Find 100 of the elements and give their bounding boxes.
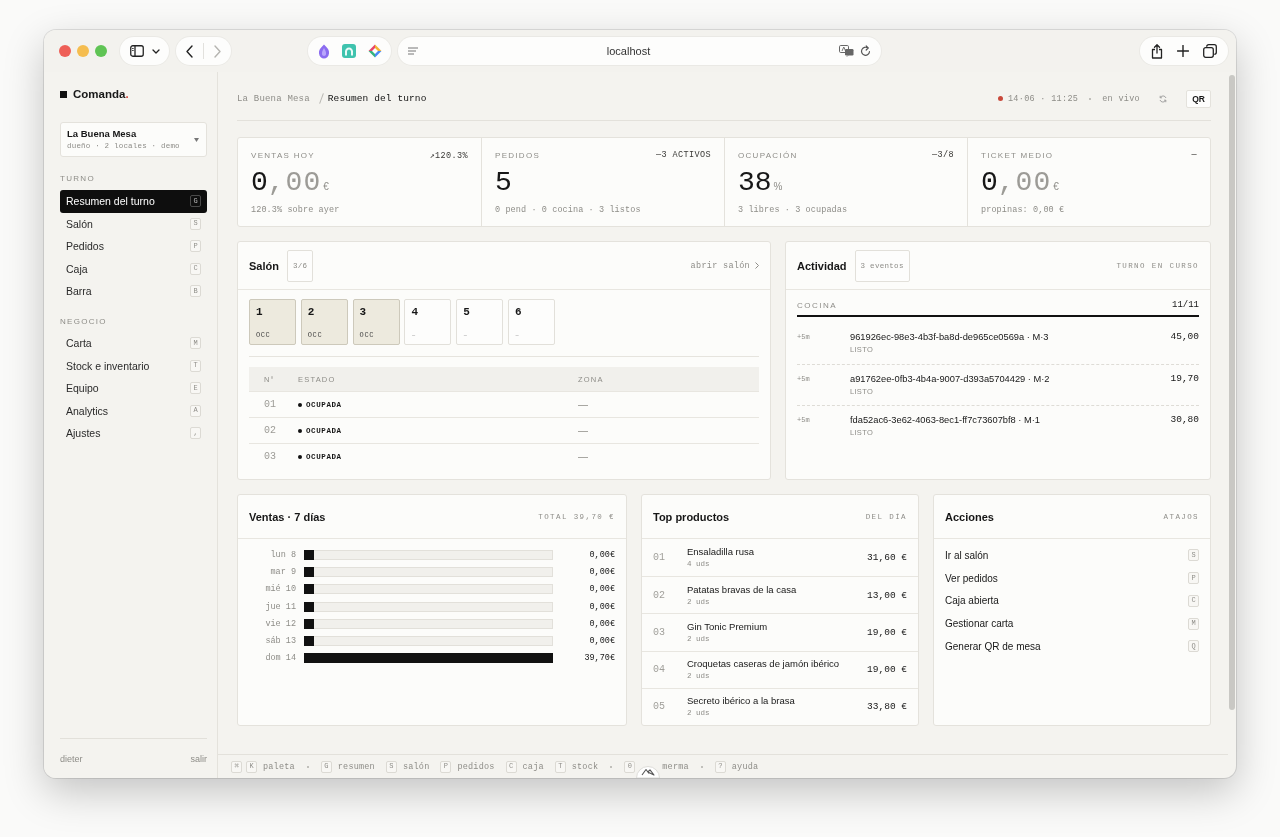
value-label: 0,00€ bbox=[589, 618, 615, 629]
kpi-unit: € bbox=[1053, 181, 1059, 192]
product-rank: 03 bbox=[653, 627, 666, 638]
group-label: COCINA bbox=[797, 300, 838, 310]
shortcut-label: salón bbox=[402, 761, 430, 772]
product-amount: 19,00 € bbox=[867, 664, 907, 676]
axis-label: sáb 13 bbox=[265, 636, 296, 647]
event-amount: 19,70 bbox=[1170, 372, 1199, 385]
drop-icon[interactable] bbox=[317, 43, 330, 59]
shortcut-label: resumen bbox=[337, 761, 375, 772]
bar bbox=[304, 601, 314, 612]
address-field[interactable]: localhost bbox=[398, 37, 881, 65]
value-label: 0,00€ bbox=[589, 584, 615, 595]
square-icon bbox=[60, 90, 67, 98]
kpi-delta: — bbox=[1191, 150, 1197, 160]
product-name: Gin Tonic Premium bbox=[687, 621, 769, 633]
value-label: 0,00€ bbox=[589, 601, 615, 612]
user-name: dieter bbox=[60, 753, 83, 764]
reload-icon[interactable] bbox=[860, 45, 871, 57]
kpi-value: 38 bbox=[738, 168, 772, 198]
bar bbox=[304, 566, 314, 577]
product-name: Croquetas caseras de jamón ibérico bbox=[687, 658, 841, 671]
panel-title: Actividad bbox=[797, 259, 847, 272]
kpi-value: 0 bbox=[981, 168, 998, 198]
event-title: fda52ac6-3e62-4063-8ec1-ff7c73607bf8 · M·1 bbox=[850, 414, 1042, 426]
event-title: a91762ee-0fb3-4b4a-9007-d393a5704429 · M·2 bbox=[850, 372, 1051, 385]
kpi-delta: —3/8 bbox=[932, 150, 954, 160]
bar bbox=[304, 618, 314, 629]
qr-button[interactable]: QR bbox=[1186, 89, 1211, 108]
live-status: en vivo bbox=[1102, 93, 1140, 104]
shortcut-label: ayuda bbox=[731, 761, 759, 772]
shortcut-label: stock bbox=[571, 761, 599, 772]
kpi-decimals: ,00 bbox=[267, 168, 322, 198]
diamond-icon[interactable] bbox=[367, 44, 382, 58]
bar bbox=[304, 584, 314, 595]
value-label: 0,00€ bbox=[589, 566, 615, 577]
translate-icon[interactable] bbox=[839, 45, 854, 57]
axis-label: dom 14 bbox=[265, 653, 296, 664]
product-rank: 02 bbox=[653, 589, 666, 601]
table-cell-text: 02 bbox=[263, 425, 276, 436]
event-title: 961926ec-98e3-4b3f-ba8d-de965ce0569a · M·3 bbox=[850, 331, 1050, 343]
axis-label: mié 10 bbox=[265, 584, 296, 595]
kpi-label: TICKET MEDIO bbox=[981, 150, 1054, 160]
tabs-icon[interactable] bbox=[1203, 44, 1217, 58]
close-button[interactable] bbox=[59, 45, 71, 57]
panel-title: Acciones bbox=[945, 510, 994, 523]
kpi-label: VENTAS HOY bbox=[251, 150, 315, 160]
kpi-unit: % bbox=[773, 181, 783, 192]
sidebar-toggle-button[interactable] bbox=[120, 37, 169, 65]
kpi-delta: —3 ACTIVOS bbox=[656, 150, 711, 160]
product-rank: 01 bbox=[653, 552, 666, 564]
shortcut-label: paleta bbox=[263, 761, 295, 772]
kpi-delta: ↗120.3% bbox=[429, 149, 468, 161]
kpi-note: 0 pend · 0 cocina · 3 listos bbox=[495, 205, 642, 215]
group-count: 11/11 bbox=[1172, 300, 1199, 310]
chevron-down-icon[interactable] bbox=[151, 48, 160, 54]
brand-name: Comanda. bbox=[73, 88, 129, 100]
event-amount: 45,00 bbox=[1170, 331, 1199, 343]
timestamp: 14·06 · 11:25 bbox=[1007, 93, 1079, 104]
kpi-note: 120.3% sobre ayer bbox=[251, 205, 341, 215]
table-cell: — bbox=[578, 425, 588, 436]
product-name: Patatas bravas de la casa bbox=[687, 583, 798, 596]
status-dot-icon bbox=[298, 454, 302, 459]
axis-label: mar 9 bbox=[270, 566, 296, 577]
status-dot-icon bbox=[298, 428, 302, 433]
axis-label: vie 12 bbox=[265, 618, 296, 629]
panel-title: Top productos bbox=[653, 510, 730, 523]
table-cell: — bbox=[578, 399, 588, 410]
event-amount: 30,80 bbox=[1170, 414, 1199, 426]
kpi-label: PEDIDOS bbox=[495, 150, 541, 160]
chevron-right-icon bbox=[755, 262, 759, 269]
table-cell-text: 03 bbox=[263, 451, 276, 462]
value-label: 0,00€ bbox=[589, 549, 615, 560]
kpi-note: propinas: 0,00 € bbox=[981, 205, 1066, 215]
axis-label: jue 11 bbox=[265, 601, 296, 612]
section-label: TURNO bbox=[60, 173, 96, 184]
breadcrumb-current: Resumen del turno bbox=[327, 93, 427, 104]
section-label: NEGOCIO bbox=[60, 315, 108, 327]
kpi-unit: € bbox=[323, 181, 329, 192]
product-name: Ensaladilla rusa bbox=[687, 546, 756, 559]
table-cell-text: 01 bbox=[263, 399, 276, 410]
shortcut-label: caja bbox=[522, 761, 544, 772]
axis-label: lun 8 bbox=[270, 549, 296, 560]
kpi-value: 0 bbox=[251, 168, 268, 198]
kpi-value: 5 bbox=[495, 168, 512, 198]
product-amount: 13,00 € bbox=[867, 589, 907, 601]
product-rank: 04 bbox=[653, 664, 666, 676]
sidebar-icon[interactable] bbox=[129, 45, 144, 57]
caret-icon bbox=[194, 137, 199, 142]
status-dot-icon bbox=[298, 402, 302, 407]
scrollbar-thumb[interactable] bbox=[1229, 75, 1235, 710]
product-name: Secreto ibérico a la brasa bbox=[687, 695, 796, 708]
product-amount: 19,00 € bbox=[867, 627, 907, 638]
kpi-decimals: ,00 bbox=[997, 168, 1052, 198]
back-icon[interactable] bbox=[186, 44, 193, 58]
kpi-note: 3 libres · 3 ocupadas bbox=[738, 205, 849, 215]
share-icon[interactable] bbox=[1151, 43, 1163, 59]
panel-title: Ventas · 7 días bbox=[249, 510, 326, 523]
plus-icon[interactable] bbox=[1177, 45, 1189, 57]
product-rank: 05 bbox=[653, 701, 666, 713]
